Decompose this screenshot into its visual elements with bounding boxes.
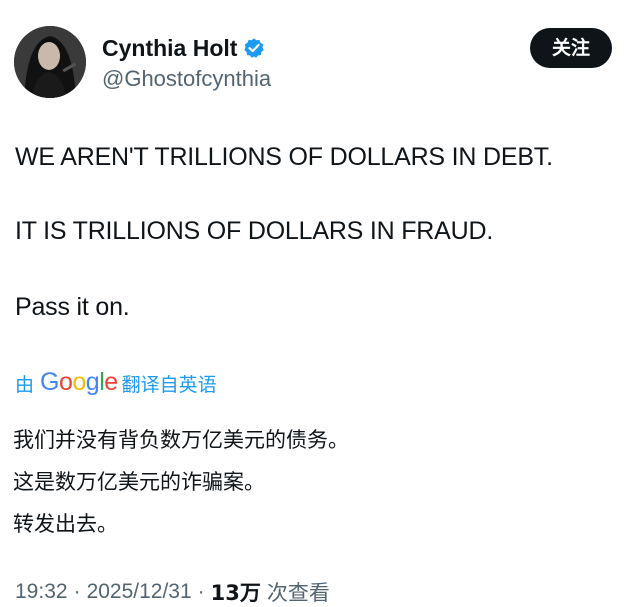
meta-separator: · [73, 580, 81, 603]
verified-badge-icon[interactable] [243, 37, 265, 59]
post-text-line: WE AREN'T TRILLIONS OF DOLLARS IN DEBT. [15, 143, 553, 171]
views-label: 次查看 [266, 581, 330, 605]
follow-button[interactable]: 关注 [530, 28, 612, 68]
post-text-line: IT IS TRILLIONS OF DOLLARS IN FRAUD. [15, 217, 494, 245]
post-time[interactable]: 19:32 [15, 580, 68, 604]
translate-suffix: 翻译自英语 [121, 373, 217, 396]
avatar[interactable] [14, 26, 86, 98]
author-display-name[interactable]: Cynthia Holt [102, 35, 237, 62]
translated-text-line: 转发出去。 [13, 512, 118, 536]
translated-text-line: 我们并没有背负数万亿美元的债务。 [13, 428, 349, 452]
post-date[interactable]: 2025/12/31 [87, 580, 192, 604]
post-meta-row: 19:32 · 2025/12/31 · 13万 次查看 [15, 577, 330, 607]
views-count: 13万 [210, 581, 261, 605]
author-name-row: Cynthia Holt [102, 33, 265, 63]
google-logo-letter: G [40, 367, 59, 396]
google-logo-letter: o [72, 367, 86, 396]
google-logo-letter: g [85, 367, 100, 396]
google-logo: Google [40, 368, 118, 397]
translate-prefix: 由 [15, 373, 35, 396]
author-handle[interactable]: @Ghostofcynthia [102, 66, 271, 92]
post-text-line: Pass it on. [15, 293, 130, 321]
google-logo-letter: o [58, 367, 73, 396]
translated-text-line: 这是数万亿美元的诈骗案。 [13, 470, 265, 494]
google-logo-letter: e [104, 367, 118, 396]
translated-by-google-link[interactable]: 由 Google 翻译自英语 [15, 368, 217, 398]
avatar-image [14, 26, 86, 98]
meta-separator: · [197, 580, 205, 603]
